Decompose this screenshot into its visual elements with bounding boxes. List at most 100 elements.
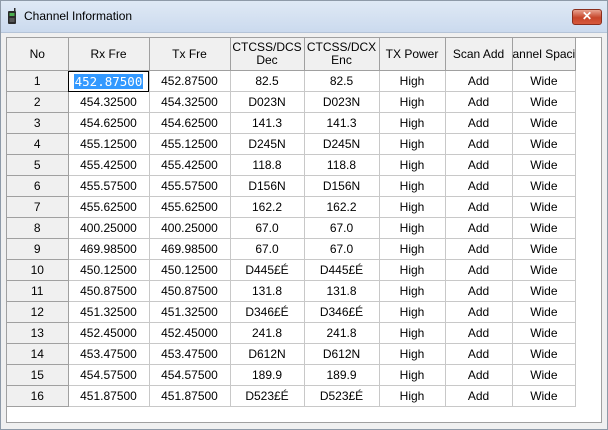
tx-power-cell[interactable]: High — [379, 385, 446, 407]
ctcss-dcs-enc-cell[interactable]: D523£É — [304, 385, 380, 407]
tx-power-cell[interactable]: High — [379, 280, 446, 302]
column-header[interactable]: Rx Fre — [68, 38, 150, 71]
ctcss-dcs-dec-cell[interactable]: 131.8 — [230, 280, 305, 302]
ctcss-dcs-dec-cell[interactable]: D445£É — [230, 259, 305, 281]
rx-frequency-edit-input[interactable]: 452.87500 — [73, 73, 144, 89]
ctcss-dcs-dec-cell[interactable]: 82.5 — [230, 70, 305, 92]
tx-frequency-cell[interactable]: 454.62500 — [149, 112, 231, 134]
ctcss-dcs-dec-cell[interactable]: 241.8 — [230, 322, 305, 344]
tx-frequency-cell[interactable]: 451.87500 — [149, 385, 231, 407]
rx-frequency-cell[interactable]: 454.57500 — [68, 364, 150, 386]
scan-add-cell[interactable]: Add — [445, 322, 513, 344]
channel-grid-area[interactable]: No Rx Fre Tx Fre CTCSS/DCS Dec CTCSS/DCX Enc TX… — [6, 37, 602, 423]
ctcss-dcs-enc-cell[interactable]: 131.8 — [304, 280, 380, 302]
rx-frequency-cell[interactable]: 454.62500 — [68, 112, 150, 134]
scan-add-cell[interactable]: Add — [445, 133, 513, 155]
tx-frequency-cell[interactable]: 450.12500 — [149, 259, 231, 281]
scan-add-cell[interactable]: Add — [445, 238, 513, 260]
channel-spacing-cell[interactable]: Wide — [512, 70, 577, 92]
tx-frequency-cell[interactable]: 452.45000 — [149, 322, 231, 344]
tx-frequency-cell[interactable]: 400.25000 — [149, 217, 231, 239]
rx-frequency-cell[interactable]: 452.87500 — [68, 70, 150, 92]
channel-spacing-cell[interactable]: Wide — [512, 343, 577, 365]
ctcss-dcs-dec-cell[interactable]: 118.8 — [230, 154, 305, 176]
ctcss-dcs-dec-cell[interactable]: D156N — [230, 175, 305, 197]
rx-frequency-cell[interactable]: 454.32500 — [68, 91, 150, 113]
ctcss-dcs-enc-cell[interactable]: 162.2 — [304, 196, 380, 218]
scan-add-cell[interactable]: Add — [445, 175, 513, 197]
scan-add-cell[interactable]: Add — [445, 70, 513, 92]
channel-spacing-cell[interactable]: Wide — [512, 238, 577, 260]
channel-spacing-cell[interactable]: Wide — [512, 385, 577, 407]
channel-spacing-cell[interactable]: Wide — [512, 217, 577, 239]
ctcss-dcs-dec-cell[interactable]: 67.0 — [230, 238, 305, 260]
ctcss-dcs-dec-cell[interactable]: 189.9 — [230, 364, 305, 386]
tx-power-cell[interactable]: High — [379, 175, 446, 197]
channel-spacing-cell[interactable]: Wide — [512, 112, 577, 134]
column-header[interactable]: Tx Fre — [149, 38, 231, 71]
rx-frequency-cell[interactable]: 455.62500 — [68, 196, 150, 218]
rx-frequency-cell[interactable]: 453.47500 — [68, 343, 150, 365]
column-header[interactable]: CTCSS/DCS Dec — [230, 38, 305, 71]
scan-add-cell[interactable]: Add — [445, 301, 513, 323]
rx-frequency-cell[interactable]: 451.32500 — [68, 301, 150, 323]
ctcss-dcs-enc-cell[interactable]: D612N — [304, 343, 380, 365]
scan-add-cell[interactable]: Add — [445, 196, 513, 218]
tx-frequency-cell[interactable]: 455.62500 — [149, 196, 231, 218]
ctcss-dcs-enc-cell[interactable]: 67.0 — [304, 238, 380, 260]
tx-power-cell[interactable]: High — [379, 364, 446, 386]
tx-power-cell[interactable]: High — [379, 322, 446, 344]
ctcss-dcs-enc-cell[interactable]: 141.3 — [304, 112, 380, 134]
scan-add-cell[interactable]: Add — [445, 343, 513, 365]
scan-add-cell[interactable]: Add — [445, 259, 513, 281]
ctcss-dcs-enc-cell[interactable]: 189.9 — [304, 364, 380, 386]
scan-add-cell[interactable]: Add — [445, 364, 513, 386]
ctcss-dcs-dec-cell[interactable]: 141.3 — [230, 112, 305, 134]
tx-power-cell[interactable]: High — [379, 91, 446, 113]
tx-frequency-cell[interactable]: 455.57500 — [149, 175, 231, 197]
ctcss-dcs-dec-cell[interactable]: D612N — [230, 343, 305, 365]
ctcss-dcs-dec-cell[interactable]: 67.0 — [230, 217, 305, 239]
tx-frequency-cell[interactable]: 454.57500 — [149, 364, 231, 386]
close-button[interactable]: ✕ — [572, 9, 602, 25]
scan-add-cell[interactable]: Add — [445, 154, 513, 176]
tx-power-cell[interactable]: High — [379, 154, 446, 176]
channel-spacing-cell[interactable]: Wide — [512, 364, 577, 386]
scan-add-cell[interactable]: Add — [445, 280, 513, 302]
tx-power-cell[interactable]: High — [379, 196, 446, 218]
ctcss-dcs-enc-cell[interactable]: 118.8 — [304, 154, 380, 176]
channel-spacing-cell[interactable]: Wide — [512, 175, 577, 197]
column-header[interactable]: annel Spaci — [512, 38, 577, 71]
ctcss-dcs-dec-cell[interactable]: D245N — [230, 133, 305, 155]
scan-add-cell[interactable]: Add — [445, 385, 513, 407]
tx-frequency-cell[interactable]: 469.98500 — [149, 238, 231, 260]
tx-power-cell[interactable]: High — [379, 259, 446, 281]
column-header[interactable]: Scan Add — [445, 38, 513, 71]
column-header[interactable]: TX Power — [379, 38, 446, 71]
channel-spacing-cell[interactable]: Wide — [512, 91, 577, 113]
ctcss-dcs-dec-cell[interactable]: 162.2 — [230, 196, 305, 218]
channel-spacing-cell[interactable]: Wide — [512, 322, 577, 344]
rx-frequency-cell[interactable]: 450.87500 — [68, 280, 150, 302]
scan-add-cell[interactable]: Add — [445, 217, 513, 239]
channel-spacing-cell[interactable]: Wide — [512, 259, 577, 281]
ctcss-dcs-enc-cell[interactable]: D445£É — [304, 259, 380, 281]
ctcss-dcs-enc-cell[interactable]: 241.8 — [304, 322, 380, 344]
rx-frequency-cell[interactable]: 452.45000 — [68, 322, 150, 344]
rx-frequency-cell[interactable]: 400.25000 — [68, 217, 150, 239]
rx-frequency-cell[interactable]: 455.42500 — [68, 154, 150, 176]
channel-spacing-cell[interactable]: Wide — [512, 154, 577, 176]
ctcss-dcs-dec-cell[interactable]: D523£É — [230, 385, 305, 407]
channel-spacing-cell[interactable]: Wide — [512, 301, 577, 323]
ctcss-dcs-enc-cell[interactable]: 67.0 — [304, 217, 380, 239]
tx-power-cell[interactable]: High — [379, 301, 446, 323]
channel-spacing-cell[interactable]: Wide — [512, 196, 577, 218]
tx-power-cell[interactable]: High — [379, 133, 446, 155]
ctcss-dcs-dec-cell[interactable]: D023N — [230, 91, 305, 113]
scan-add-cell[interactable]: Add — [445, 91, 513, 113]
ctcss-dcs-dec-cell[interactable]: D346£É — [230, 301, 305, 323]
tx-frequency-cell[interactable]: 453.47500 — [149, 343, 231, 365]
channel-spacing-cell[interactable]: Wide — [512, 280, 577, 302]
ctcss-dcs-enc-cell[interactable]: D023N — [304, 91, 380, 113]
tx-power-cell[interactable]: High — [379, 238, 446, 260]
